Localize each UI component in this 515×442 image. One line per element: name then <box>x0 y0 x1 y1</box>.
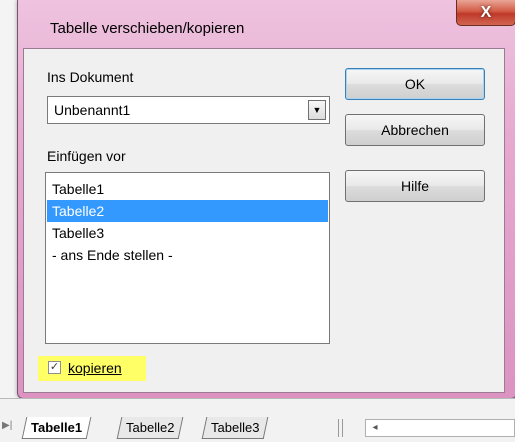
sheet-tab-bar: ▶| Tabelle1 Tabelle2 Tabelle3 ◂ <box>0 398 515 442</box>
sheet-tab-label: Tabelle1 <box>31 420 83 435</box>
copy-checkbox[interactable]: ✓ <box>48 361 61 374</box>
cancel-button-label: Abbrechen <box>381 122 449 138</box>
sheet-tab-1[interactable]: Tabelle1 <box>21 417 92 439</box>
cancel-button[interactable]: Abbrechen <box>345 114 485 146</box>
sheet-tab-3[interactable]: Tabelle3 <box>201 417 269 439</box>
scroll-left-icon[interactable]: ◂ <box>367 421 383 435</box>
list-item[interactable]: - ans Ende stellen - <box>47 244 328 266</box>
tab-nav-icon[interactable]: ▶| <box>2 420 12 431</box>
sheet-tab-label: Tabelle2 <box>126 420 175 435</box>
horizontal-scrollbar[interactable]: ◂ <box>365 419 515 437</box>
insert-before-list[interactable]: Tabelle1 Tabelle2 Tabelle3 - ans Ende st… <box>45 172 330 344</box>
close-icon: X <box>480 3 492 21</box>
chevron-down-icon: ▼ <box>312 105 322 115</box>
dropdown-button[interactable]: ▼ <box>308 100 326 120</box>
list-item[interactable]: Tabelle2 <box>47 200 328 222</box>
help-button[interactable]: Hilfe <box>345 170 485 202</box>
sheet-tab-label: Tabelle3 <box>211 420 260 435</box>
insert-before-label: Einfügen vor <box>47 148 126 164</box>
document-select-value: Unbenannt1 <box>54 102 131 118</box>
document-select[interactable]: Unbenannt1 ▼ <box>47 96 330 124</box>
dialog-title: Tabelle verschieben/kopieren <box>50 20 245 37</box>
ok-button-label: OK <box>404 76 426 92</box>
ok-button[interactable]: OK <box>345 68 485 100</box>
copy-checkbox-label[interactable]: kopieren <box>68 360 122 376</box>
insert-before-label-text: Einfügen vor <box>47 148 126 164</box>
list-item[interactable]: Tabelle3 <box>47 222 328 244</box>
document-label-text: Ins Dokument <box>47 69 134 85</box>
checkmark-icon: ✓ <box>49 361 60 373</box>
list-item[interactable]: Tabelle1 <box>47 178 328 200</box>
close-button[interactable]: X <box>456 0 515 26</box>
help-button-label: Hilfe <box>400 178 429 194</box>
tab-splitter[interactable] <box>338 419 343 437</box>
document-label: Ins Dokument <box>47 69 133 85</box>
sheet-tab-2[interactable]: Tabelle2 <box>116 417 184 439</box>
